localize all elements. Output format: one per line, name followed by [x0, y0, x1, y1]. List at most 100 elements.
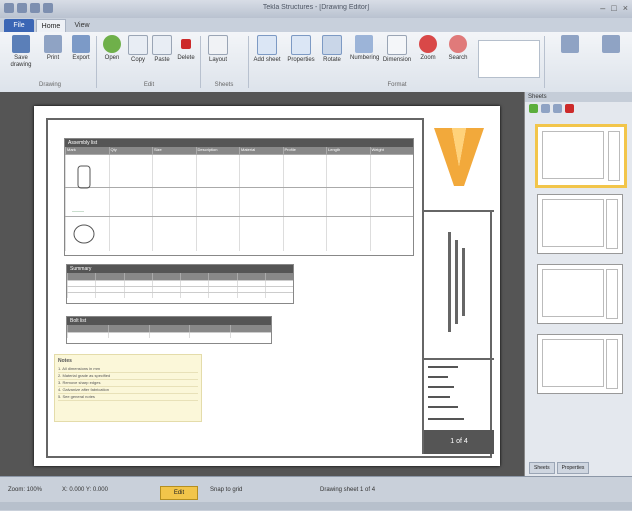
tab-view[interactable]: View: [68, 19, 96, 32]
status-info: Drawing sheet 1 of 4: [320, 487, 376, 493]
table-header: Mark Qty Size Description Material Profi…: [65, 147, 413, 154]
save-drawing-button[interactable]: Save drawing: [6, 35, 36, 79]
dimension-button[interactable]: Dimension: [382, 35, 412, 79]
settings-button[interactable]: [594, 35, 628, 79]
print-icon: [44, 35, 62, 53]
sheet-thumbnail[interactable]: [537, 264, 623, 324]
sheet-thumbnail[interactable]: [537, 194, 623, 254]
title-block-info: [424, 360, 494, 430]
paste-button[interactable]: Paste: [150, 35, 174, 79]
title-block: 1 of 4: [422, 118, 494, 454]
tools-button[interactable]: [552, 35, 588, 79]
layout-button[interactable]: Layout: [204, 35, 232, 79]
properties-icon: [291, 35, 311, 55]
thumbnail-titleblock: [608, 131, 620, 181]
note-line: 1. All dimensions in mm: [58, 366, 198, 373]
search-icon: [449, 35, 467, 53]
window-title: Tekla Structures - [Drawing Editor]: [262, 4, 370, 11]
zoom-level: Zoom: 100%: [8, 487, 43, 493]
summary-title: Summary: [67, 265, 293, 273]
snap-toggle[interactable]: Snap to grid: [210, 487, 242, 493]
open-icon: [103, 35, 121, 53]
notes-title: Notes: [58, 358, 72, 364]
thumbnail-titleblock: [606, 199, 618, 249]
notes-block: Notes 1. All dimensions in mm 2. Materia…: [54, 354, 202, 422]
close-icon[interactable]: ×: [623, 3, 628, 13]
numbering-button[interactable]: Numbering: [350, 35, 379, 79]
rotate-button[interactable]: Rotate: [318, 35, 346, 79]
table-row: [65, 154, 413, 187]
ribbon-tabs: File Home View: [0, 18, 632, 33]
title-block-text: [424, 212, 494, 360]
redo-icon[interactable]: [43, 3, 53, 13]
copy-sheet-icon[interactable]: [553, 104, 562, 113]
ribbon-separator: [96, 36, 97, 88]
rotated-text: [448, 232, 465, 332]
add-icon[interactable]: [529, 104, 538, 113]
cursor-coordinates: X: 0.000 Y: 0.000: [62, 487, 108, 493]
search-button[interactable]: Search: [444, 35, 472, 79]
table-row: [67, 332, 271, 338]
delete-icon: [181, 39, 191, 49]
quick-save-icon[interactable]: [17, 3, 27, 13]
company-logo: [434, 128, 484, 186]
summary-table: Summary: [66, 264, 294, 304]
svg-text:———: ———: [72, 208, 84, 213]
layout-icon: [208, 35, 228, 55]
panel-tab-properties[interactable]: Properties: [556, 462, 590, 474]
group-label-format: Format: [387, 82, 407, 88]
quick-access-toolbar: [4, 3, 53, 13]
export-icon: [72, 35, 90, 53]
thumbnail-preview: [542, 269, 604, 317]
summary-header: [67, 273, 293, 280]
maximize-icon[interactable]: □: [611, 3, 616, 13]
note-line: 2. Material grade as specified: [58, 373, 198, 380]
tab-file[interactable]: File: [4, 19, 34, 32]
copy-icon: [128, 35, 148, 55]
copy-button[interactable]: Copy: [126, 35, 150, 79]
app-icon[interactable]: [4, 3, 14, 13]
assembly-table: Assembly list Mark Qty Size Description …: [64, 138, 414, 256]
bolt-header: [67, 325, 271, 332]
status-badge[interactable]: Edit: [160, 486, 198, 500]
open-button[interactable]: Open: [100, 35, 124, 79]
add-sheet-button[interactable]: Add sheet: [252, 35, 282, 79]
sheet-thumbnail[interactable]: [535, 124, 627, 188]
bottom-strip: [0, 502, 632, 510]
group-label-drawing: Drawing: [38, 82, 61, 88]
thumbnail-titleblock: [606, 339, 618, 389]
ribbon: Save drawing Print Export Drawing Open C…: [0, 32, 632, 93]
note-line: 3. Remove sharp edges: [58, 380, 198, 387]
delete-sheet-icon[interactable]: [565, 104, 574, 113]
window-controls: – □ ×: [600, 3, 628, 13]
delete-button[interactable]: Delete: [174, 35, 198, 79]
paste-icon: [152, 35, 172, 55]
move-icon[interactable]: [541, 104, 550, 113]
thumbnail-preview: [542, 199, 604, 247]
group-label-edit: Edit: [143, 82, 155, 88]
undo-icon[interactable]: [30, 3, 40, 13]
zoom-button[interactable]: Zoom: [414, 35, 442, 79]
thumbnail-preview: [542, 131, 604, 179]
ribbon-separator: [200, 36, 201, 88]
save-icon: [12, 35, 30, 53]
info-lines: [428, 366, 464, 420]
thumbnail-titleblock: [606, 269, 618, 319]
gear-icon: [602, 35, 620, 53]
panel-tab-sheets[interactable]: Sheets: [529, 462, 555, 474]
minimize-icon[interactable]: –: [600, 3, 605, 13]
add-sheet-icon: [257, 35, 277, 55]
sheet-thumbnail[interactable]: [537, 334, 623, 394]
print-button[interactable]: Print: [40, 35, 66, 79]
style-gallery[interactable]: [478, 40, 540, 78]
sheet-number: 1 of 4: [424, 430, 494, 454]
tools-icon: [561, 35, 579, 53]
export-button[interactable]: Export: [68, 35, 94, 79]
panel-toolbar: [525, 102, 632, 116]
zoom-icon: [419, 35, 437, 53]
properties-button[interactable]: Properties: [286, 35, 316, 79]
title-bar: Tekla Structures - [Drawing Editor] – □ …: [0, 0, 632, 18]
ribbon-separator: [248, 36, 249, 88]
tab-home[interactable]: Home: [36, 19, 66, 33]
table-row: [67, 280, 293, 286]
